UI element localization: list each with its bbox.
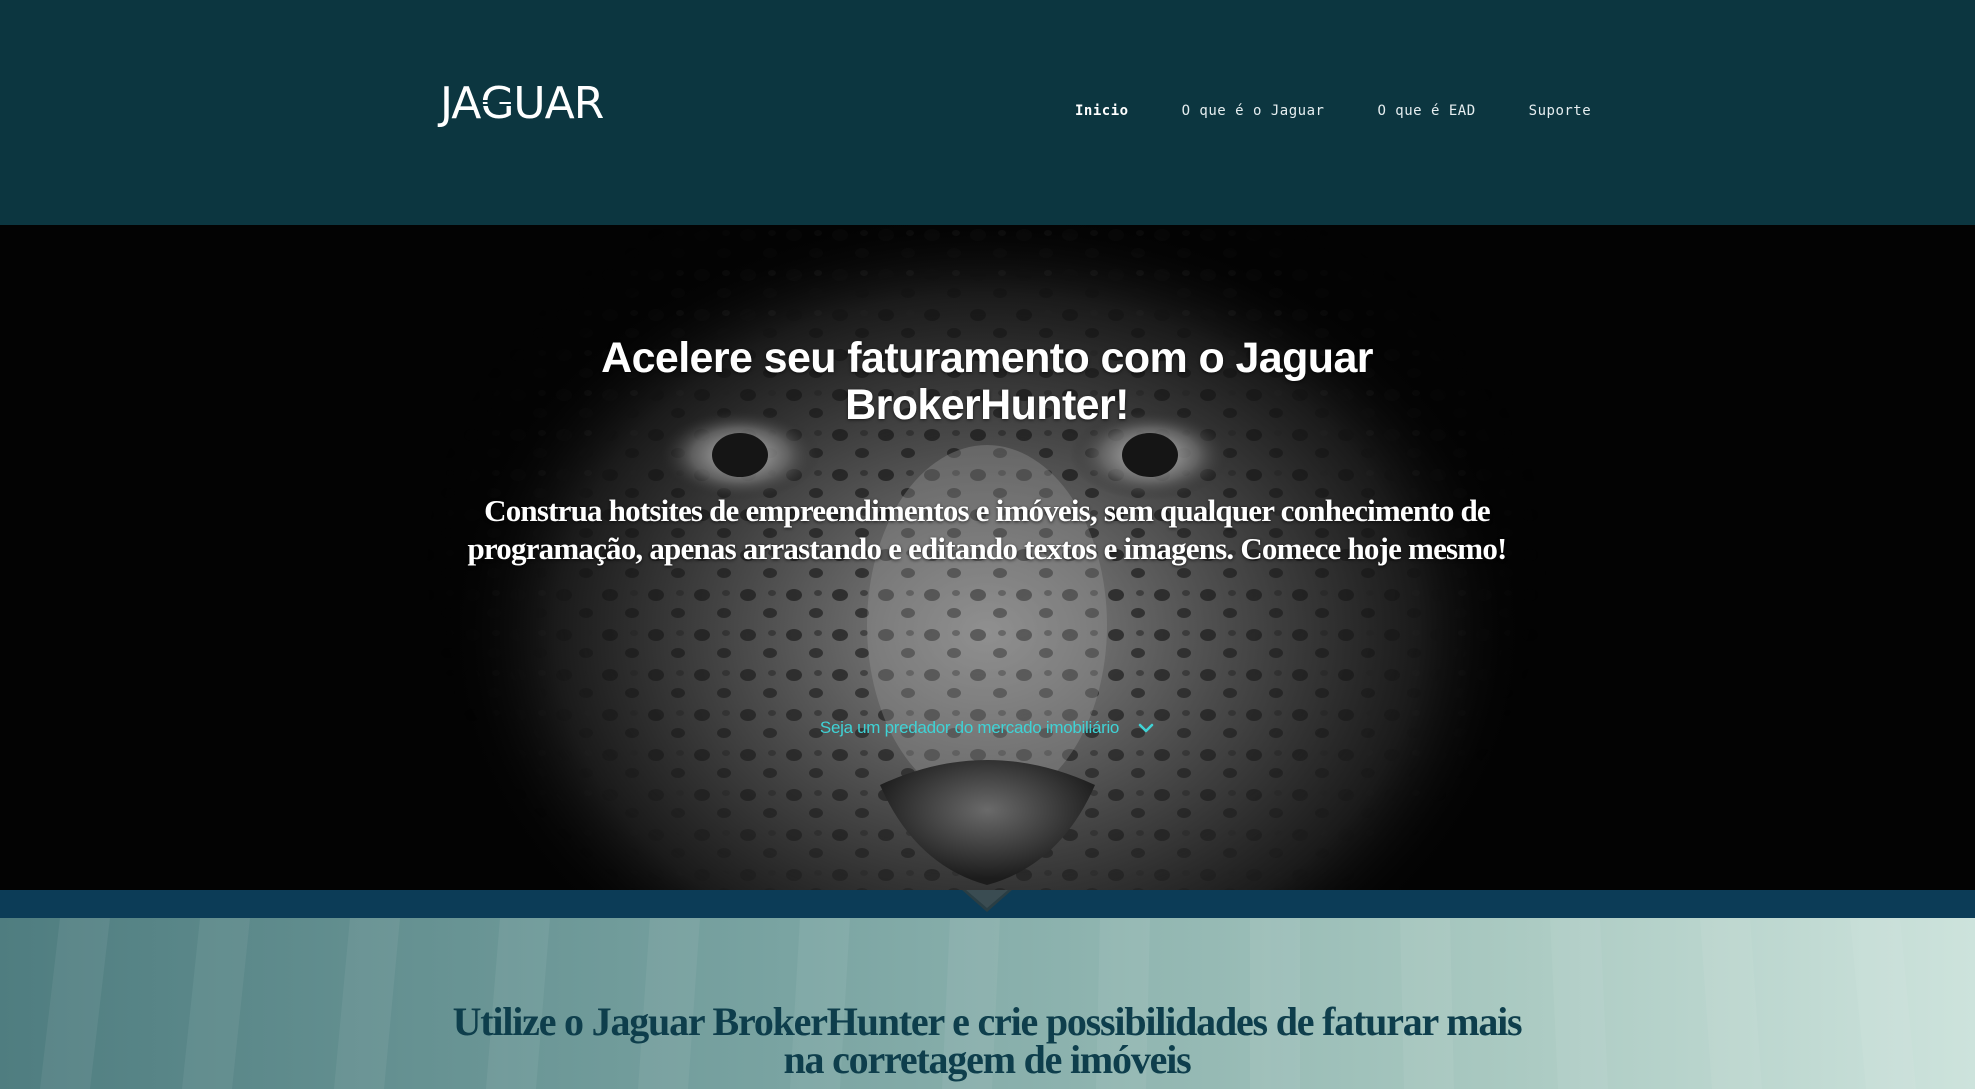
hero-title-line1: Acelere seu faturamento com o Jaguar [601, 334, 1373, 382]
logo-text-left: JA [440, 78, 481, 129]
hero-section: Acelere seu faturamento com o Jaguar Bro… [0, 225, 1975, 890]
logo-speed-lines [482, 100, 512, 106]
site-header: JA G UAR Inicio O que é o Jaguar O que é… [0, 0, 1975, 225]
hero-title: Acelere seu faturamento com o Jaguar Bro… [487, 335, 1487, 429]
hero-title-line2: BrokerHunter! [845, 381, 1129, 429]
hero-cta-label: Seja um predador do mercado imobiliário [819, 718, 1120, 737]
features-section: Utilize o Jaguar BrokerHunter e crie pos… [0, 918, 1975, 1089]
hero-content: Acelere seu faturamento com o Jaguar Bro… [0, 225, 1975, 890]
nav-item-inicio[interactable]: Inicio [1075, 103, 1129, 119]
divider-notch-arrow [962, 890, 1012, 912]
logo-g-mark: G [480, 78, 514, 129]
nav-item-suporte[interactable]: Suporte [1529, 103, 1592, 119]
jaguar-logo[interactable]: JA G UAR [440, 78, 604, 129]
section-title: Utilize o Jaguar BrokerHunter e crie pos… [452, 999, 1523, 1082]
nav-item-o-que-e-ead[interactable]: O que é EAD [1377, 103, 1475, 119]
logo-text-right: UAR [513, 78, 604, 129]
hero-cta-link[interactable]: Seja um predador do mercado imobiliário [0, 718, 1975, 738]
hero-subtitle: Construa hotsites de empreendimentos e i… [467, 493, 1507, 566]
main-nav: Inicio O que é o Jaguar O que é EAD Supo… [1075, 103, 1644, 119]
nav-item-o-que-e-jaguar[interactable]: O que é o Jaguar [1182, 103, 1325, 119]
chevron-down-icon [1138, 723, 1154, 733]
